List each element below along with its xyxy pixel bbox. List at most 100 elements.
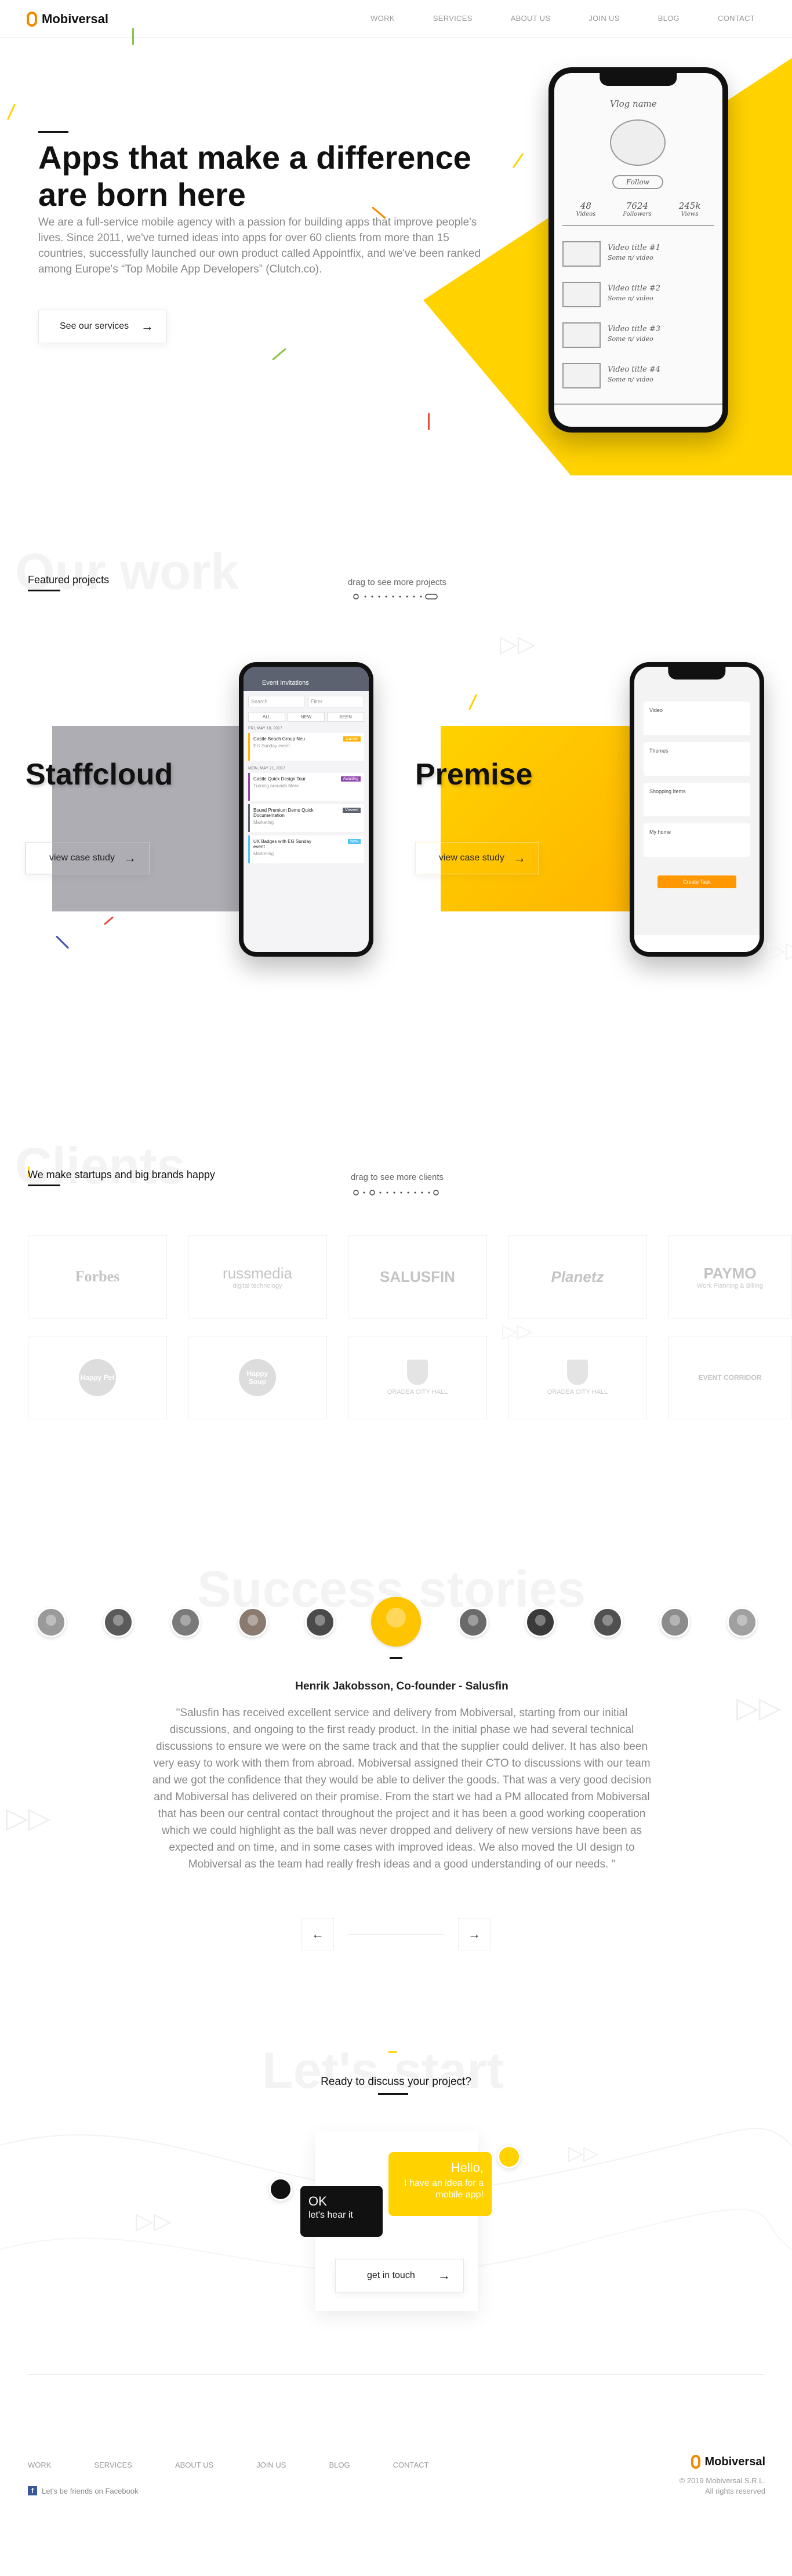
nav-about[interactable]: ABOUT US (511, 14, 551, 23)
client-logo-forbes[interactable]: Forbes (28, 1235, 167, 1318)
footer-nav-services[interactable]: SERVICES (94, 2461, 132, 2469)
client-logo-salusfin[interactable]: SALUSFIN (348, 1235, 487, 1318)
avatar[interactable] (170, 1607, 201, 1637)
facebook-link[interactable]: f Let's be friends on Facebook (28, 2486, 139, 2495)
premise-card[interactable]: Video (644, 702, 750, 735)
avatar[interactable] (36, 1607, 66, 1637)
nav-join[interactable]: JOIN US (588, 14, 619, 23)
stat-label: Views (681, 211, 699, 217)
decor-dash (55, 935, 70, 949)
tab-all[interactable]: ALL (248, 712, 285, 722)
premise-card[interactable]: Themes (644, 742, 750, 776)
work-heading-text: Featured projects (28, 574, 110, 586)
avatar[interactable] (305, 1607, 335, 1637)
play-decor-icon: ▷▷ (768, 938, 792, 963)
footer-nav-blog[interactable]: BLOG (329, 2461, 350, 2469)
play-decor-icon: ▷▷ (6, 1801, 50, 1834)
avatar[interactable] (593, 1607, 623, 1637)
event-row[interactable]: Castle Beach Group Neu EG Sunday event C… (248, 733, 364, 761)
client-name: SALUSFIN (380, 1267, 455, 1285)
avatar-sketch (610, 119, 666, 166)
client-logo-city-hall[interactable]: ORADEA CITY HALL (348, 1336, 487, 1419)
get-in-touch-button[interactable]: get in touch → (335, 2259, 464, 2292)
footer-divider (27, 2374, 765, 2375)
tab-seen[interactable]: SEEN (327, 712, 364, 722)
client-logo-event-corridor[interactable]: EVENT CORRIDOR (668, 1336, 792, 1419)
arrow-right-icon: → (468, 1927, 481, 1941)
client-logo-happy-pet[interactable]: Happy Pet (28, 1336, 167, 1419)
staffcloud-case-study-button[interactable]: view case study → (26, 842, 150, 874)
premise-phone: Video Themes Shopping Items My home Crea… (630, 662, 764, 957)
footer-nav-about[interactable]: ABOUT US (175, 2461, 213, 2469)
event-title: Bound Premium Demo Quick Documentation (253, 808, 314, 818)
arrow-right-icon: → (513, 851, 526, 865)
header-logo[interactable]: Mobiversal (27, 12, 108, 27)
header-divider (0, 37, 792, 38)
date-group: FRI, MAY 18, 2017 (248, 726, 282, 731)
avatar[interactable] (238, 1607, 268, 1637)
tab-new[interactable]: NEW (288, 712, 325, 722)
hero-title: Apps that make a difference are born her… (38, 139, 471, 213)
video-thumb (562, 322, 601, 348)
main-nav: WORK SERVICES ABOUT US JOIN US BLOG CONT… (370, 14, 755, 23)
selected-indicator (390, 1657, 402, 1659)
hero-description: We are a full-service mobile agency with… (38, 216, 481, 275)
play-decor-icon: ▷▷ (500, 631, 536, 657)
create-task-button[interactable]: Create Task (657, 875, 736, 888)
event-row[interactable]: Bound Premium Demo Quick Documentation M… (248, 804, 364, 832)
nav-services[interactable]: SERVICES (433, 14, 473, 23)
decor-dash (428, 413, 430, 430)
client-logo-paymo[interactable]: PAYMO Work Planning & Billing (668, 1235, 792, 1318)
see-services-label: See our services (60, 321, 129, 331)
event-row[interactable]: Castle Quick Design Tour Turning arounds… (248, 773, 364, 801)
crest-icon (567, 1360, 588, 1385)
client-logo-planetz[interactable]: Planetz (508, 1235, 647, 1318)
date-group: MON, MAY 21, 2017 (248, 766, 285, 771)
see-services-button[interactable]: See our services → (38, 310, 167, 343)
client-logo-russmedia[interactable]: russmedia digital technology (188, 1235, 327, 1318)
stat: 7624 Followers (623, 201, 651, 217)
footer-nav-work[interactable]: WORK (28, 2461, 51, 2469)
arrow-right-icon: → (438, 2268, 451, 2283)
client-logo-happy-soup[interactable]: Happy Soup (188, 1336, 327, 1419)
bubble-hear-text: let's hear it (308, 2210, 353, 2220)
footer-nav-join[interactable]: JOIN US (256, 2461, 286, 2469)
premise-case-study-button[interactable]: view case study → (415, 842, 539, 874)
avatar-selected[interactable] (371, 1597, 421, 1647)
avatar[interactable] (727, 1607, 757, 1637)
next-testimonial-button[interactable]: → (458, 1918, 491, 1950)
avatar[interactable] (458, 1607, 488, 1637)
decor-dash (6, 103, 16, 121)
video-thumb (562, 363, 601, 388)
filter-field[interactable]: Filter (308, 696, 364, 707)
nav-work[interactable]: WORK (370, 14, 395, 23)
video-title: Video title #2 (608, 284, 661, 293)
avatar[interactable] (525, 1607, 555, 1637)
phone-notch (668, 667, 726, 680)
video-sub: Some n/ video (608, 254, 653, 261)
logo-icon (691, 2455, 700, 2469)
search-field[interactable]: Search (248, 696, 304, 707)
avatar[interactable] (660, 1607, 690, 1637)
arrow-left-icon: ← (311, 1927, 324, 1941)
follow-button[interactable]: Follow (612, 175, 663, 189)
nav-contact[interactable]: CONTACT (718, 14, 755, 23)
hero-accent-bar (38, 131, 68, 133)
event-row[interactable]: UX Badges with EG Sunday event Marketing… (248, 835, 364, 863)
premise-card[interactable]: My home (644, 823, 750, 857)
client-logo-city-hall-2[interactable]: ORADEA CITY HALL (508, 1336, 647, 1419)
avatar[interactable] (103, 1607, 133, 1637)
prev-testimonial-button[interactable]: ← (301, 1918, 334, 1950)
clients-heading: We make startups and big brands happy (28, 1169, 215, 1186)
client-name: Forbes (75, 1268, 120, 1285)
premise-screen: Video Themes Shopping Items My home Crea… (634, 667, 760, 952)
clients-drag-slider[interactable] (353, 1190, 439, 1196)
heading-underline (28, 1185, 60, 1186)
footer-nav-contact[interactable]: CONTACT (393, 2461, 429, 2469)
premise-card[interactable]: Shopping Items (644, 783, 750, 816)
footer-logo[interactable]: Mobiversal (691, 2455, 765, 2469)
video-thumb (562, 282, 601, 307)
nav-blog[interactable]: BLOG (658, 14, 680, 23)
work-drag-slider[interactable] (353, 594, 439, 600)
client-sub: digital technology (232, 1282, 282, 1289)
